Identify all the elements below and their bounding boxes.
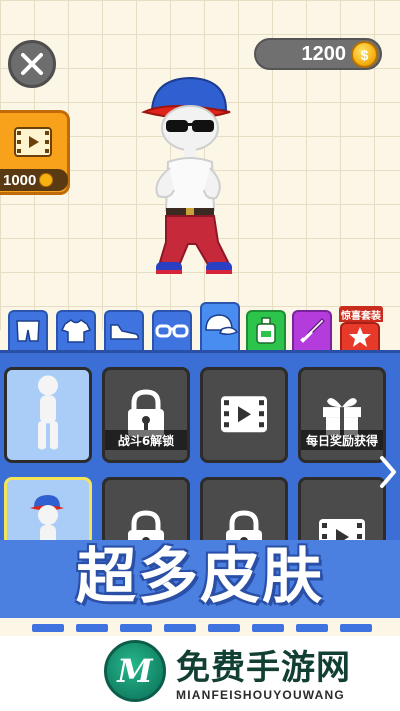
skin-card-gift[interactable]: 每日奖励获得 <box>298 367 386 463</box>
chevron-right-icon <box>380 456 396 488</box>
skin-card-default[interactable] <box>4 367 92 463</box>
bottle-icon <box>256 317 276 344</box>
video-reward-price: 1000 <box>0 169 68 191</box>
watermark-title: 免费手游网 <box>176 648 351 688</box>
tab-shoes[interactable] <box>104 310 144 350</box>
promo-title: 超多皮肤 <box>76 542 324 612</box>
unlock-condition: 战斗6解锁 <box>105 430 187 450</box>
skin-card-locked[interactable]: 战斗6解锁 <box>102 367 190 463</box>
close-button[interactable] <box>8 40 56 88</box>
tab-items[interactable] <box>246 310 286 350</box>
character-preview <box>141 76 232 274</box>
coin-icon: $ <box>351 41 378 68</box>
coin-counter: 1200 $ <box>254 38 382 70</box>
surprise-set-badge: 惊喜套装 <box>339 306 383 322</box>
star-icon <box>349 327 371 347</box>
film-icon <box>221 396 267 433</box>
tshirt-icon <box>61 319 91 343</box>
tab-hats[interactable] <box>200 302 240 350</box>
tab-weapons[interactable] <box>292 310 332 350</box>
watermark-logo: M <box>104 640 166 702</box>
skin-card-video[interactable] <box>200 367 288 463</box>
close-icon <box>21 53 43 75</box>
shorts-icon <box>16 320 40 342</box>
tab-glasses[interactable] <box>152 310 192 350</box>
watch-video-reward-button[interactable]: 1000 <box>0 110 70 195</box>
tab-surprise-set[interactable] <box>340 322 380 350</box>
tab-tops[interactable] <box>56 310 96 350</box>
category-tabs: 惊喜套装 <box>0 302 400 350</box>
coin-amount: 1200 <box>301 42 347 65</box>
watermark-subtitle: MIANFEISHOUYOUWANG <box>176 688 345 702</box>
shoe-icon <box>110 324 139 340</box>
sword-icon <box>300 318 325 343</box>
film-icon <box>14 127 52 157</box>
coin-icon <box>39 173 54 187</box>
tab-shorts[interactable] <box>8 310 48 350</box>
unlock-condition: 每日奖励获得 <box>301 430 383 450</box>
character-thumbnail <box>38 375 58 450</box>
cap-icon <box>205 314 238 336</box>
next-page-button[interactable] <box>377 452 399 492</box>
promo-dashes <box>32 624 372 634</box>
glasses-icon <box>155 324 189 338</box>
